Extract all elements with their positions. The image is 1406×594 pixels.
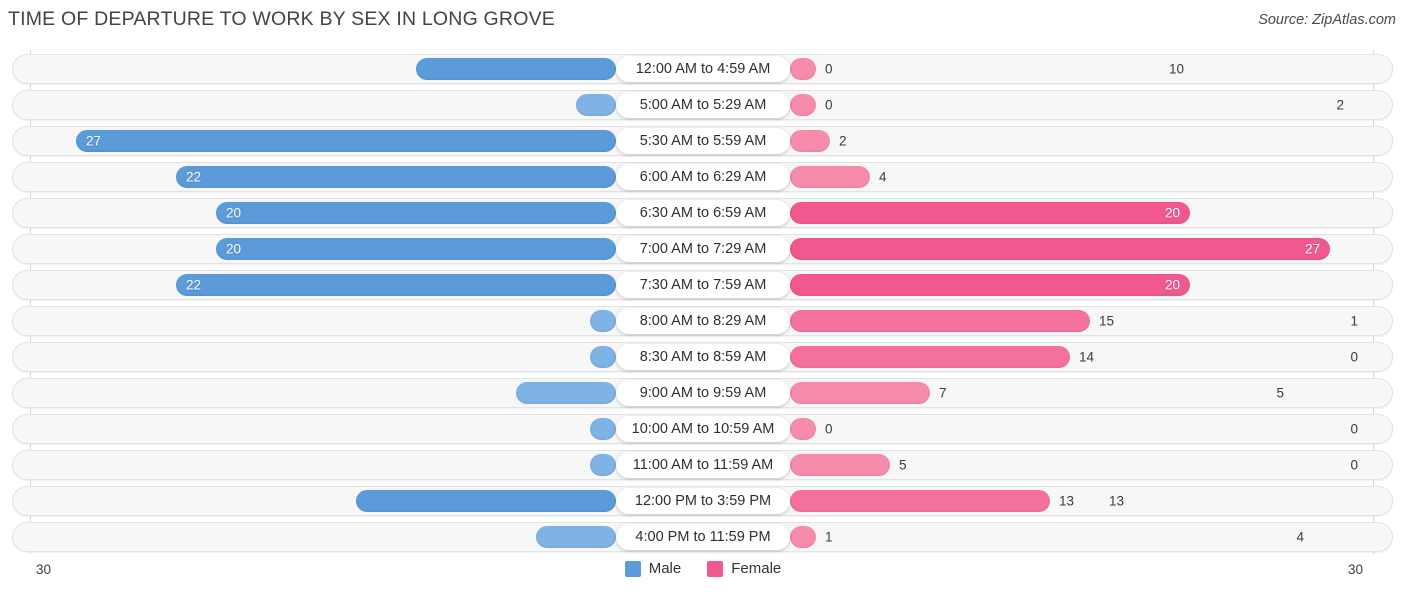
- bar-row[interactable]: 0 0 10:00 AM to 10:59 AM: [12, 414, 1393, 444]
- male-bar[interactable]: 27: [76, 130, 616, 152]
- category-label-pill: 7:00 AM to 7:29 AM: [616, 236, 790, 262]
- male-bar[interactable]: 22: [176, 166, 616, 188]
- bar-row[interactable]: 1 15 8:00 AM to 8:29 AM: [12, 306, 1393, 336]
- female-bar[interactable]: [790, 526, 816, 548]
- male-bar-value: 2: [1336, 97, 1344, 113]
- male-bar[interactable]: 22: [176, 274, 616, 296]
- axis-tick-right: 30: [1348, 562, 1364, 577]
- category-label-pill: 6:30 AM to 6:59 AM: [616, 200, 790, 226]
- female-bar-value: 1: [825, 529, 833, 545]
- female-bar-value: 15: [1099, 313, 1115, 329]
- male-bar[interactable]: 20: [216, 202, 616, 224]
- female-bar[interactable]: [790, 166, 870, 188]
- bar-row[interactable]: 2 0 5:00 AM to 5:29 AM: [12, 90, 1393, 120]
- male-bar-value: 10: [1168, 61, 1184, 77]
- female-bar[interactable]: [790, 490, 1050, 512]
- male-bar-value: 0: [1350, 457, 1358, 473]
- category-label-pill: 11:00 AM to 11:59 AM: [616, 452, 790, 478]
- female-bar[interactable]: [790, 346, 1070, 368]
- axis-tick-left: 30: [36, 562, 52, 577]
- legend-item-female[interactable]: Female: [707, 560, 781, 577]
- legend-swatch-female-icon: [707, 560, 724, 577]
- female-bar-value: 2: [839, 133, 847, 149]
- male-bar-value: 27: [86, 133, 102, 149]
- male-bar-value: 5: [1276, 385, 1284, 401]
- bar-row[interactable]: 22 20 7:30 AM to 7:59 AM: [12, 270, 1393, 300]
- male-bar[interactable]: [516, 382, 616, 404]
- female-bar-value: 14: [1079, 349, 1095, 365]
- male-bar[interactable]: [590, 454, 616, 476]
- female-bar-value: 0: [825, 61, 833, 77]
- female-bar-value: 0: [825, 97, 833, 113]
- male-bar[interactable]: 20: [216, 238, 616, 260]
- bar-row[interactable]: 4 1 4:00 PM to 11:59 PM: [12, 522, 1393, 552]
- legend-label-female: Female: [731, 560, 782, 577]
- category-label-pill: 12:00 AM to 4:59 AM: [616, 56, 790, 82]
- male-bar[interactable]: [590, 346, 616, 368]
- category-label-pill: 12:00 PM to 3:59 PM: [616, 488, 790, 514]
- category-label-pill: 9:00 AM to 9:59 AM: [616, 380, 790, 406]
- bar-row[interactable]: 20 27 7:00 AM to 7:29 AM: [12, 234, 1393, 264]
- bar-row[interactable]: 13 13 12:00 PM to 3:59 PM: [12, 486, 1393, 516]
- category-label-pill: 7:30 AM to 7:59 AM: [616, 272, 790, 298]
- female-bar-value: 27: [1304, 241, 1320, 257]
- plot-area: 10 0 12:00 AM to 4:59 AM 2 0 5:00 AM to 5:29 …: [0, 50, 1406, 554]
- male-bar[interactable]: [590, 310, 616, 332]
- female-bar[interactable]: [790, 94, 816, 116]
- male-bar-value: 1: [1350, 313, 1358, 329]
- category-label-pill: 4:00 PM to 11:59 PM: [616, 524, 790, 550]
- female-bar-value: 13: [1059, 493, 1075, 509]
- male-bar-value: 4: [1296, 529, 1304, 545]
- female-bar[interactable]: [790, 418, 816, 440]
- male-bar-value: 13: [1108, 493, 1124, 509]
- bar-row[interactable]: 22 4 6:00 AM to 6:29 AM: [12, 162, 1393, 192]
- female-bar[interactable]: [790, 58, 816, 80]
- female-bar[interactable]: [790, 382, 930, 404]
- bar-row[interactable]: 0 14 8:30 AM to 8:59 AM: [12, 342, 1393, 372]
- female-bar-value: 7: [939, 385, 947, 401]
- bar-row[interactable]: 20 20 6:30 AM to 6:59 AM: [12, 198, 1393, 228]
- legend-label-male: Male: [648, 560, 682, 577]
- category-label-pill: 5:00 AM to 5:29 AM: [616, 92, 790, 118]
- category-label-pill: 10:00 AM to 10:59 AM: [616, 416, 790, 442]
- female-bar[interactable]: 20: [790, 202, 1190, 224]
- bar-row[interactable]: 0 5 11:00 AM to 11:59 AM: [12, 450, 1393, 480]
- male-bar-value: 22: [186, 169, 202, 185]
- male-bar-value: 22: [186, 277, 202, 293]
- source-attribution: Source: ZipAtlas.com: [1258, 12, 1396, 28]
- male-bar-value: 0: [1350, 421, 1358, 437]
- male-bar-value: 20: [226, 205, 242, 221]
- legend-item-male[interactable]: Male: [624, 560, 682, 577]
- legend: Male Female: [0, 560, 1406, 577]
- male-bar[interactable]: [416, 58, 616, 80]
- female-bar[interactable]: 27: [790, 238, 1330, 260]
- female-bar-value: 4: [879, 169, 887, 185]
- male-bar[interactable]: [576, 94, 616, 116]
- female-bar-value: 20: [1164, 277, 1180, 293]
- female-bar-value: 20: [1164, 205, 1180, 221]
- female-bar[interactable]: [790, 130, 830, 152]
- bar-row[interactable]: 5 7 9:00 AM to 9:59 AM: [12, 378, 1393, 408]
- category-label-pill: 8:30 AM to 8:59 AM: [616, 344, 790, 370]
- female-bar[interactable]: [790, 454, 890, 476]
- female-bar[interactable]: [790, 310, 1090, 332]
- chart-root: TIME OF DEPARTURE TO WORK BY SEX IN LONG…: [0, 0, 1406, 594]
- male-bar[interactable]: [356, 490, 616, 512]
- male-bar[interactable]: [536, 526, 616, 548]
- bar-row[interactable]: 27 2 5:30 AM to 5:59 AM: [12, 126, 1393, 156]
- female-bar-value: 5: [899, 457, 907, 473]
- male-bar-value: 0: [1350, 349, 1358, 365]
- category-label-pill: 6:00 AM to 6:29 AM: [616, 164, 790, 190]
- legend-swatch-male-icon: [624, 560, 641, 577]
- bar-row[interactable]: 10 0 12:00 AM to 4:59 AM: [12, 54, 1393, 84]
- category-label-pill: 8:00 AM to 8:29 AM: [616, 308, 790, 334]
- female-bar-value: 0: [825, 421, 833, 437]
- male-bar[interactable]: [590, 418, 616, 440]
- male-bar-value: 20: [226, 241, 242, 257]
- category-label-pill: 5:30 AM to 5:59 AM: [616, 128, 790, 154]
- page-title: TIME OF DEPARTURE TO WORK BY SEX IN LONG…: [8, 8, 555, 30]
- female-bar[interactable]: 20: [790, 274, 1190, 296]
